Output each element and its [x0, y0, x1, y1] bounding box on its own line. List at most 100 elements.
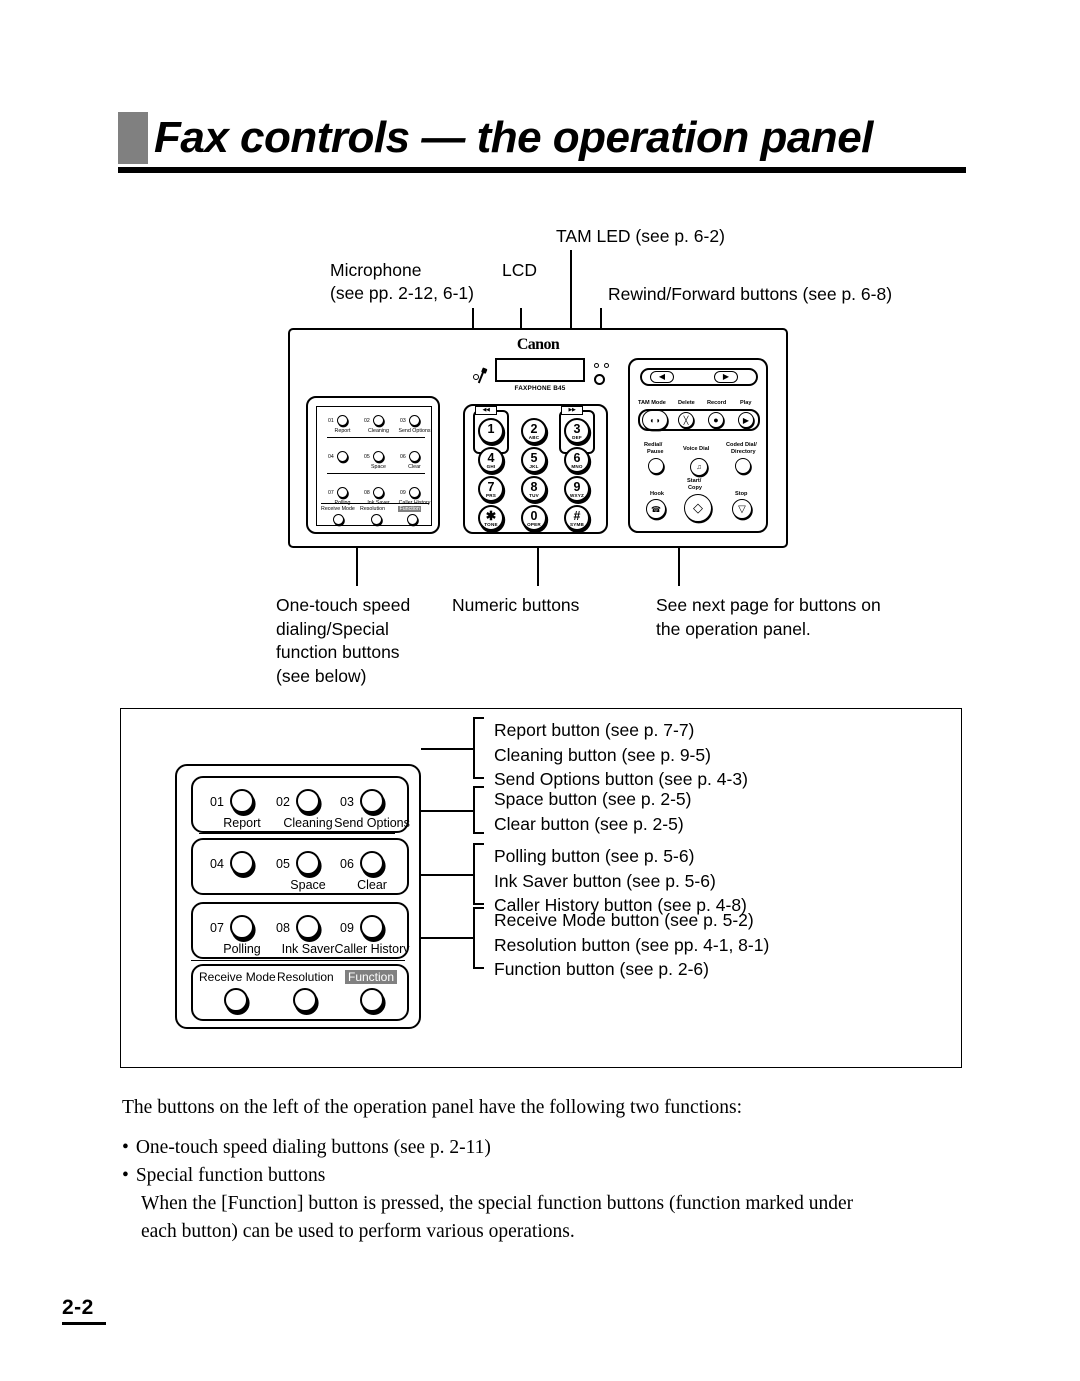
- one-touch-number-02: 02: [364, 418, 370, 424]
- start-copy-label-line2: Copy: [688, 485, 702, 491]
- delete-button[interactable]: ╳: [678, 412, 694, 428]
- detail-button-06[interactable]: 06 Clear: [340, 851, 387, 892]
- detail-bracket-3: [473, 843, 484, 905]
- callout-one-touch-line4: (see below): [276, 665, 367, 686]
- detail-callout-group-4: Receive Mode button (see p. 5-2) Resolut…: [494, 908, 769, 982]
- key-8[interactable]: 8 TUV: [521, 476, 547, 502]
- detail-button-05[interactable]: 05 Space: [276, 851, 326, 892]
- key-2-letters: ABC: [528, 435, 540, 440]
- play-button[interactable]: ▶: [738, 412, 754, 428]
- detail-function-circle[interactable]: [360, 988, 384, 1012]
- detail-circle-04[interactable]: [230, 851, 254, 875]
- nav-left-arrow-icon[interactable]: ◀: [650, 371, 674, 383]
- one-touch-circle-03[interactable]: [409, 415, 420, 426]
- key-star[interactable]: ✱ TONE: [478, 505, 504, 531]
- one-touch-button-09[interactable]: 09 Caller History: [399, 487, 430, 506]
- detail-label-02: Cleaning: [283, 816, 333, 830]
- detail-function-button[interactable]: [360, 988, 384, 1012]
- callout-one-touch-line1: One-touch speed: [276, 595, 411, 615]
- one-touch-circle-05[interactable]: [373, 451, 384, 462]
- one-touch-button-07[interactable]: 07 Polling: [328, 487, 350, 506]
- detail-resolution-circle[interactable]: [293, 988, 317, 1012]
- one-touch-button-06[interactable]: 06 Clear: [400, 451, 421, 470]
- detail-number-01: 01: [210, 795, 224, 809]
- coded-dial-button[interactable]: [735, 458, 751, 474]
- one-touch-button-03[interactable]: 03 Send Options: [398, 415, 431, 434]
- hook-button[interactable]: ☎: [646, 499, 666, 519]
- one-touch-circle-06[interactable]: [409, 451, 420, 462]
- redial-pause-label-line2: Pause: [647, 449, 664, 455]
- detail-button-04[interactable]: 04: [210, 851, 254, 875]
- nav-right-arrow-icon[interactable]: ▶: [714, 371, 738, 383]
- detail-circle-05[interactable]: [296, 851, 320, 875]
- function-button[interactable]: [407, 514, 418, 525]
- detail-circle-07[interactable]: [230, 915, 254, 939]
- key-7-letters: PRS: [485, 493, 497, 498]
- detail-circle-09[interactable]: [360, 915, 384, 939]
- key-1[interactable]: 1: [478, 418, 504, 444]
- detail-bracket-2: [473, 786, 484, 834]
- detail-circle-06[interactable]: [360, 851, 384, 875]
- detail-leader-3: [421, 874, 474, 876]
- one-touch-label-05: Space: [370, 464, 387, 470]
- key-5[interactable]: 5 JKL: [521, 447, 547, 473]
- detail-button-02[interactable]: 02 Cleaning: [276, 789, 333, 830]
- detail-callout-4-line-3: Function button (see p. 2-6): [494, 959, 709, 979]
- one-touch-number-08: 08: [364, 490, 370, 496]
- voice-dial-label: Voice Dial: [683, 446, 710, 452]
- detail-number-05: 05: [276, 857, 290, 871]
- one-touch-label-02: Cleaning: [368, 428, 389, 434]
- start-copy-button[interactable]: ◇: [684, 494, 712, 522]
- detail-circle-03[interactable]: [360, 789, 384, 813]
- detail-resolution-button[interactable]: [293, 988, 317, 1012]
- detail-label-08: Ink Saver: [281, 942, 335, 956]
- one-touch-button-05[interactable]: 05 Space: [364, 451, 386, 470]
- resolution-circle[interactable]: [371, 514, 382, 525]
- key-9[interactable]: 9 WXYZ: [564, 476, 590, 502]
- detail-button-08[interactable]: 08 Ink Saver: [276, 915, 334, 956]
- key-2[interactable]: 2 ABC: [521, 418, 547, 444]
- receive-mode-button[interactable]: [333, 514, 344, 525]
- one-touch-button-01[interactable]: 01 Report: [328, 415, 350, 434]
- voice-dial-button[interactable]: ♫: [690, 458, 708, 476]
- key-hash[interactable]: # SYMB: [564, 505, 590, 531]
- detail-button-01[interactable]: 01 Report: [210, 789, 261, 830]
- detail-receive-mode-circle[interactable]: [224, 988, 248, 1012]
- key-0[interactable]: 0 OPER: [521, 505, 547, 531]
- one-touch-circle-08[interactable]: [373, 487, 384, 498]
- detail-button-03[interactable]: 03 Send Options: [334, 789, 410, 830]
- detail-receive-mode-button[interactable]: [224, 988, 248, 1012]
- detail-circle-08[interactable]: [296, 915, 320, 939]
- forward-tab-icon[interactable]: ▶▶: [561, 406, 583, 415]
- page-number: 2-2: [62, 1296, 94, 1319]
- detail-row-1: 01 Report 02 Cleaning 03 Send Options: [191, 776, 410, 833]
- one-touch-circle-01[interactable]: [337, 415, 348, 426]
- redial-pause-button[interactable]: [648, 458, 664, 474]
- detail-circle-02[interactable]: [296, 789, 320, 813]
- detail-button-09[interactable]: 09 Caller History: [334, 915, 410, 956]
- resolution-button[interactable]: [371, 514, 382, 525]
- rewind-tab-icon[interactable]: ◀◀: [475, 406, 497, 415]
- one-touch-circle-07[interactable]: [337, 487, 348, 498]
- key-6[interactable]: 6 MNO: [564, 447, 590, 473]
- detail-button-07[interactable]: 07 Polling: [210, 915, 261, 956]
- key-4[interactable]: 4 GHI: [478, 447, 504, 473]
- one-touch-button-02[interactable]: 02 Cleaning: [364, 415, 389, 434]
- callout-microphone-line2: (see pp. 2-12, 6-1): [330, 283, 474, 303]
- receive-mode-circle[interactable]: [333, 514, 344, 525]
- stop-button[interactable]: ▽: [732, 499, 752, 519]
- one-touch-circle-02[interactable]: [373, 415, 384, 426]
- one-touch-button-04[interactable]: 04: [328, 451, 348, 462]
- one-touch-circle-04[interactable]: [337, 451, 348, 462]
- one-touch-circle-09[interactable]: [409, 487, 420, 498]
- record-button[interactable]: ●: [708, 412, 724, 428]
- page-title-block: Fax controls — the operation panel: [118, 112, 966, 173]
- function-circle[interactable]: [407, 514, 418, 525]
- one-touch-button-08[interactable]: 08 Ink Saver: [364, 487, 390, 506]
- detail-circle-01[interactable]: [230, 789, 254, 813]
- tam-mode-button[interactable]: ◐◑: [642, 410, 668, 430]
- detail-row-function: Receive Mode Resolution Function: [191, 964, 409, 1021]
- callout-microphone: Microphone (see pp. 2-12, 6-1): [330, 259, 474, 305]
- key-3[interactable]: 3 DEF: [564, 418, 590, 444]
- key-7[interactable]: 7 PRS: [478, 476, 504, 502]
